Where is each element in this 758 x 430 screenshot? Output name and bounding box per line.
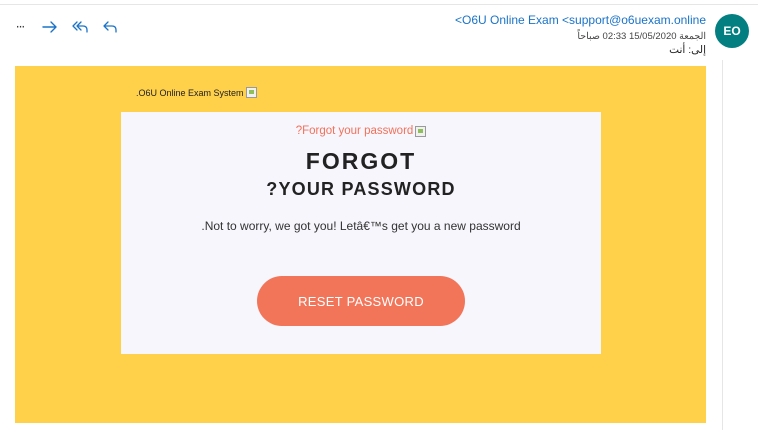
logo-image-alt: .O6U Online Exam System: [136, 87, 257, 98]
sender-name[interactable]: <O6U Online Exam <support@o6uexam.online: [455, 13, 706, 27]
scrollbar-track[interactable]: [722, 60, 723, 430]
avatar-initials: EO: [723, 24, 741, 38]
reply-all-button[interactable]: [66, 16, 94, 38]
reset-password-button[interactable]: RESET PASSWORD: [257, 276, 465, 326]
broken-image-icon: [415, 125, 427, 137]
title-line-2: ?YOUR PASSWORD: [266, 179, 456, 199]
header-image-alt: ?Forgot your password: [121, 125, 601, 137]
reset-password-label: RESET PASSWORD: [298, 293, 424, 309]
forward-icon: [42, 20, 58, 34]
divider: [0, 4, 758, 5]
reply-all-icon: [72, 20, 88, 34]
reply-icon: [102, 20, 118, 34]
message-datetime: الجمعة 15/05/2020 02:33 صباحاً: [577, 31, 706, 42]
header-image-alt-text: ?Forgot your password: [295, 125, 414, 137]
email-card: ?Forgot your password FORGOT ?YOUR PASSW…: [121, 112, 601, 354]
email-message: .Not to worry, we got you! Letâ€™s get y…: [201, 219, 521, 233]
title-line-1: FORGOT: [305, 148, 417, 174]
recipient-line: إلى: أنت: [669, 44, 706, 56]
broken-image-icon: [245, 87, 257, 98]
email-reading-pane: ··· EO <O6U Online Exam <support@o6uexam…: [0, 0, 758, 430]
more-icon: ···: [15, 20, 26, 34]
sender-avatar[interactable]: EO: [715, 14, 749, 48]
message-toolbar: ···: [6, 16, 124, 38]
reply-button[interactable]: [96, 16, 124, 38]
logo-alt-text: .O6U Online Exam System: [136, 87, 244, 98]
forward-button[interactable]: [36, 16, 64, 38]
more-actions-button[interactable]: ···: [6, 16, 34, 38]
